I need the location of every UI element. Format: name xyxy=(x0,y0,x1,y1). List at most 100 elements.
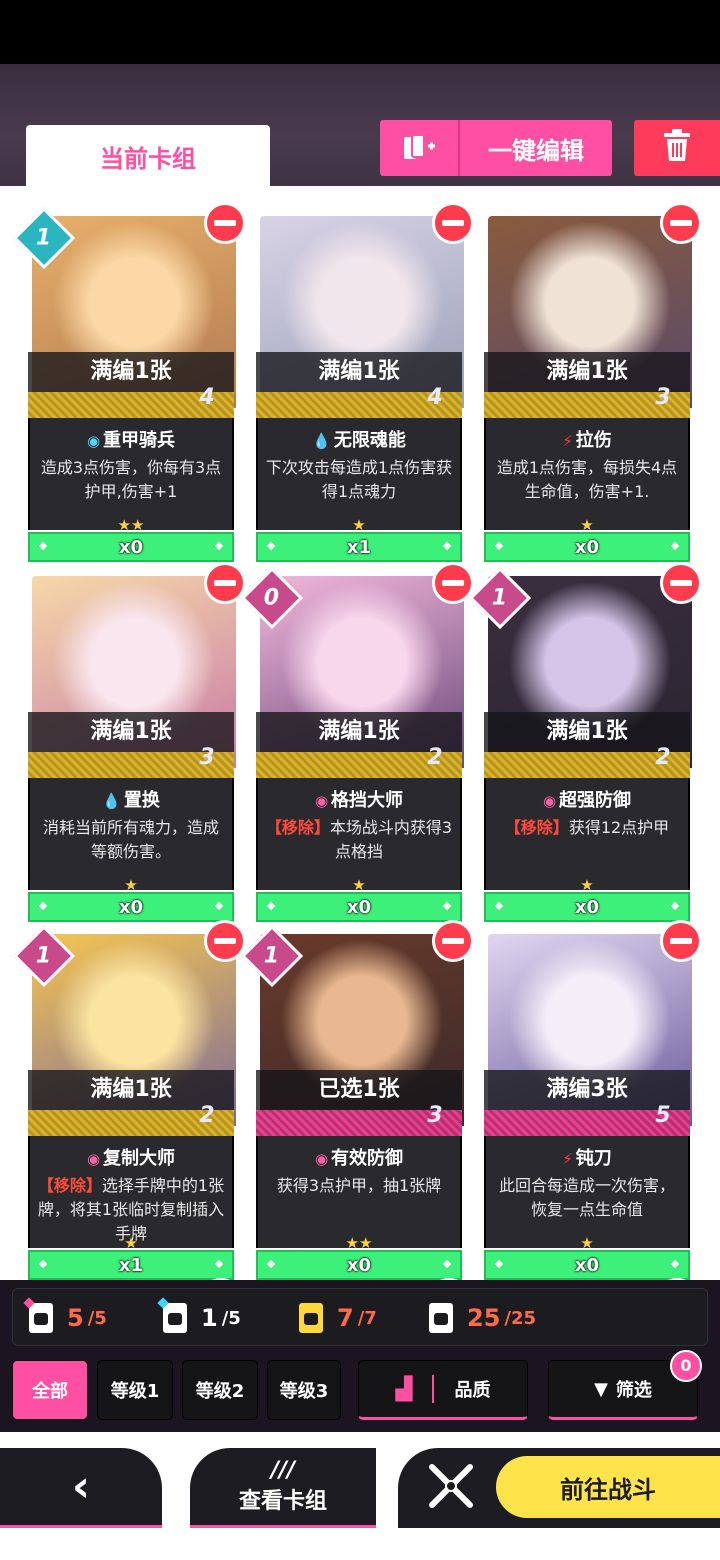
filter-label: 筛选 xyxy=(615,1380,652,1401)
skill-type-icon: ◉ xyxy=(314,792,329,810)
card-skill-name: 复制大师 xyxy=(103,1148,176,1169)
deck-stats-bar: 5 /5 1 /5 7 /7 25 /25 xyxy=(12,1288,708,1346)
card-owned-count: x0 xyxy=(28,532,234,562)
card-description-text: 本场战斗内获得3点格挡 xyxy=(329,818,453,861)
footer-dot xyxy=(214,1259,224,1269)
card-cost-drop: 2 xyxy=(644,734,682,776)
deck-card[interactable]: 满编1张 4 ◉ 重甲骑兵 造成3点伤害，你每有3点护甲,伤害+1 ★★ x0 1 xyxy=(12,202,246,564)
filter-level-2[interactable]: 等级2 xyxy=(182,1360,258,1420)
deck-stat: 7 /7 xyxy=(299,1299,377,1337)
card-description-text: 获得12点护甲 xyxy=(568,818,670,837)
stat-total: /25 xyxy=(504,1307,537,1329)
card-description-text: 消耗当前所有魂力，造成等额伤害。 xyxy=(42,818,219,861)
view-deck-button[interactable]: /// 查看卡组 xyxy=(190,1448,376,1528)
card-removal-tag: 【移除】 xyxy=(37,1176,102,1195)
minus-icon xyxy=(214,938,236,944)
delete-deck-button[interactable] xyxy=(634,120,720,176)
deck-card[interactable]: 已选1张 3 ◉ 有效防御 获得3点护甲，抽1张牌 ★★ x0 1 xyxy=(240,920,474,1280)
card-description: 造成1点伤害，每损失4点生命值，伤害+1. xyxy=(492,456,682,504)
card-removal-tag: 【移除】 xyxy=(504,818,569,837)
deck-card[interactable]: 满编1张 3 💧 置换 消耗当前所有魂力，造成等额伤害。 ★ x0 xyxy=(28,562,246,924)
stat-total: /5 xyxy=(87,1307,107,1329)
footer-dot xyxy=(494,901,504,911)
remove-card-button[interactable] xyxy=(660,202,702,244)
card-level-value: 1 xyxy=(36,225,52,251)
funnel-icon: ▼ xyxy=(594,1378,608,1400)
remove-card-button[interactable] xyxy=(660,920,702,962)
footer-dot xyxy=(670,541,680,551)
card-owned-count-value: x0 xyxy=(574,537,600,558)
card-cost-drop: 2 xyxy=(188,1092,226,1134)
footer-dot xyxy=(266,1259,276,1269)
tab-current-deck[interactable]: 当前卡组 xyxy=(26,125,270,187)
card-removal-tag: 【移除】 xyxy=(265,818,330,837)
deck-card[interactable]: 满编1张 3 ⚡ 拉伤 造成1点伤害，每损失4点生命值，伤害+1. ★ x0 xyxy=(484,202,702,564)
deck-card[interactable]: 满编1张 2 ◉ 超强防御 【移除】获得12点护甲 ★ x0 1 xyxy=(468,562,702,924)
remove-card-button[interactable] xyxy=(660,562,702,604)
card-skill-title: ◉ 复制大师 xyxy=(28,1144,234,1170)
footer-dot xyxy=(494,1259,504,1269)
skill-type-icon: ◉ xyxy=(86,432,101,450)
card-cost-drop: 4 xyxy=(416,374,454,416)
card-skill-title: ◉ 格挡大师 xyxy=(256,786,462,812)
filter-level-1[interactable]: 等级1 xyxy=(97,1360,173,1420)
footer-dot xyxy=(38,541,48,551)
card-skill-title: 💧 置换 xyxy=(28,786,234,812)
quality-sort-button[interactable]: ▟ 品质 xyxy=(358,1360,528,1420)
footer-dot xyxy=(442,1259,452,1269)
deck-cyan-icon xyxy=(157,1297,187,1333)
card-owned-count: x0 xyxy=(256,1250,462,1280)
deck-stat: 25 /25 xyxy=(429,1299,536,1337)
skill-type-icon: ◉ xyxy=(542,792,557,810)
minus-icon xyxy=(442,220,464,226)
card-owned-count: x0 xyxy=(484,1250,690,1280)
minus-icon xyxy=(670,580,692,586)
card-description: 【移除】本场战斗内获得3点格挡 xyxy=(264,816,454,864)
cat-yellow-icon xyxy=(299,1303,323,1333)
card-description-text: 此回合每造成一次伤害，恢复一点生命值 xyxy=(498,1176,675,1219)
one-click-edit-label: 一键编辑 xyxy=(488,136,584,165)
card-skill-title: ◉ 有效防御 xyxy=(256,1144,462,1170)
card-skill-name: 格挡大师 xyxy=(331,790,404,811)
card-description: 消耗当前所有魂力，造成等额伤害。 xyxy=(36,816,226,864)
crossed-swords-icon xyxy=(426,1461,476,1515)
remove-card-button[interactable] xyxy=(204,202,246,244)
stat-value: 7 xyxy=(337,1304,354,1332)
go-to-battle-button[interactable]: 前往战斗 xyxy=(398,1448,720,1528)
card-description: 此回合每造成一次伤害，恢复一点生命值 xyxy=(492,1174,682,1222)
card-owned-count: x1 xyxy=(28,1250,234,1280)
card-owned-count: x0 xyxy=(28,892,234,922)
card-skill-title: ⚡ 钝刀 xyxy=(484,1144,690,1170)
card-skill-title: ⚡ 拉伤 xyxy=(484,426,690,452)
remove-card-button[interactable] xyxy=(432,202,474,244)
card-skill-title: 💧 无限魂能 xyxy=(256,426,462,452)
card-description-text: 下次攻击每造成1点伤害获得1点魂力 xyxy=(265,458,453,501)
deck-pink-icon xyxy=(23,1297,53,1333)
filter-level-3[interactable]: 等级3 xyxy=(267,1360,341,1420)
card-skill-title: ◉ 超强防御 xyxy=(484,786,690,812)
card-description-text: 造成3点伤害，你每有3点护甲,伤害+1 xyxy=(40,458,222,501)
footer-dot xyxy=(214,541,224,551)
back-button[interactable]: ‹ xyxy=(0,1448,162,1528)
card-level-value: 1 xyxy=(264,943,280,969)
deck-card[interactable]: 满编1张 2 ◉ 复制大师 【移除】选择手牌中的1张牌，将其1张临时复制插入手牌 … xyxy=(12,920,246,1280)
battle-label: 前往战斗 xyxy=(560,1475,656,1504)
card-description: 【移除】获得12点护甲 xyxy=(492,816,682,840)
card-owned-count-value: x0 xyxy=(118,897,144,918)
card-cost-drop: 5 xyxy=(644,1092,682,1134)
card-skill-name: 无限魂能 xyxy=(333,430,406,451)
skill-type-icon: ◉ xyxy=(314,1150,329,1168)
view-deck-label: 查看卡组 xyxy=(238,1489,327,1514)
deck-card[interactable]: 满编3张 5 ⚡ 钝刀 此回合每造成一次伤害，恢复一点生命值 ★ x0 xyxy=(484,920,702,1280)
skill-type-icon: ⚡ xyxy=(562,1150,573,1168)
filter-all[interactable]: 全部 xyxy=(12,1360,88,1420)
deck-card[interactable]: 满编1张 2 ◉ 格挡大师 【移除】本场战斗内获得3点格挡 ★ x0 0 xyxy=(240,562,474,924)
skill-type-icon: 💧 xyxy=(102,792,121,810)
card-skill-title: ◉ 重甲骑兵 xyxy=(28,426,234,452)
minus-icon xyxy=(670,938,692,944)
one-click-edit-button[interactable]: 一键编辑 xyxy=(380,120,612,176)
card-description: 造成3点伤害，你每有3点护甲,伤害+1 xyxy=(36,456,226,504)
card-cost-drop: 3 xyxy=(416,1092,454,1134)
remove-card-button[interactable] xyxy=(432,920,474,962)
deck-card[interactable]: 满编1张 4 💧 无限魂能 下次攻击每造成1点伤害获得1点魂力 ★ x1 xyxy=(256,202,474,564)
